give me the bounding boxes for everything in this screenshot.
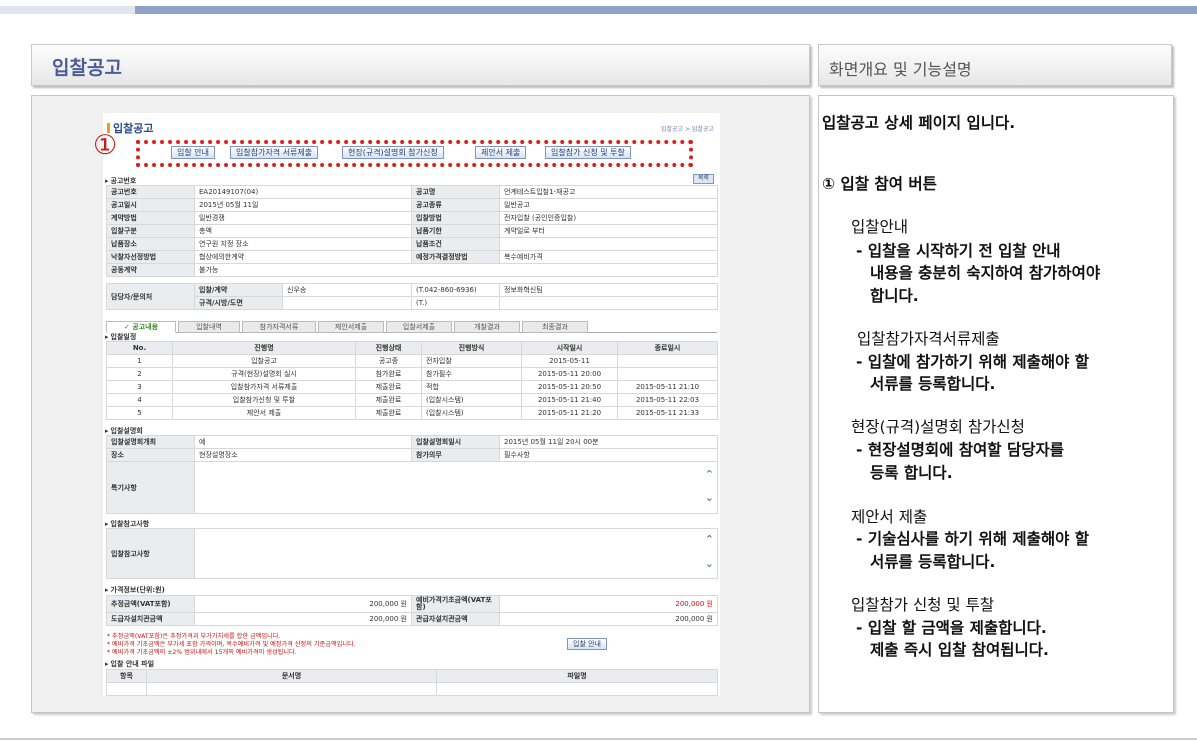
note-text: * 예비가격 기초금액의 ±2% 범위내에서 15개의 예비가격이 생성됩니다. bbox=[107, 649, 297, 656]
desc-b2-line: 서류를 등록합니다. bbox=[870, 375, 996, 393]
table-row: 규격/시방/도면 (T.) bbox=[107, 296, 718, 310]
table-row: 입찰참고사항 bbox=[106, 528, 718, 579]
table-row: 낙찰자선정방법 협상에의한계약 예정가격결정방법 복수예비가격 bbox=[106, 250, 718, 264]
special-notes-textarea[interactable] bbox=[194, 461, 718, 514]
scroll-up-icon[interactable]: ⌃ bbox=[705, 533, 714, 546]
desc-b5-line: - 입찰 할 금액을 제출합니다. bbox=[856, 619, 1047, 637]
table-row: 추정금액(VAT포함) 200,000 원 예비가격기초금액(VAT포함) 200,0… bbox=[106, 595, 718, 613]
tab-proposal[interactable]: 제안서제출 bbox=[318, 321, 384, 333]
desc-item: ① 입찰 참여 버튼 bbox=[822, 175, 937, 193]
table-row: 공고번호 EA20149107(04) 공고명 언계테스트입찰1-재공고 bbox=[106, 185, 718, 199]
desc-b1-title: 입찰안내 bbox=[851, 218, 909, 236]
reference-textarea[interactable] bbox=[194, 528, 718, 579]
briefing-table: 입찰설명회개최 예 입찰설명회일시 2015년 05월 11일 20시 00분 장소 현… bbox=[106, 435, 718, 514]
notice-info-table: 공고번호 EA20149107(04) 공고명 언계테스트입찰1-재공고 공고일시 20… bbox=[106, 185, 718, 277]
tab-opening-result[interactable]: 개찰결과 bbox=[454, 321, 520, 333]
bid-notice-screen: 입찰공고 입찰공고 > 입찰공고 ① 입찰 안내 입찰참가자격 서류제출 현장(… bbox=[93, 113, 720, 696]
top-bar bbox=[0, 6, 1197, 14]
right-header: 화면개요 및 기능설명 bbox=[818, 44, 1172, 86]
bid-guide-button-bottom[interactable]: 입찰 안내 bbox=[567, 638, 607, 650]
table-row: 2 규격(현장)설명회 실시 참가완료 참가필수 2015-05-11 20:00 bbox=[106, 367, 718, 381]
scroll-up-icon[interactable]: ⌃ bbox=[705, 468, 714, 481]
table-row bbox=[106, 682, 718, 696]
list-button[interactable]: 목록 bbox=[692, 174, 714, 184]
table-row: 4 입찰참가신청 및 투찰 제출완료 (입찰시스템) 2015-05-11 21:40 2… bbox=[106, 393, 718, 407]
left-header: 입찰공고 bbox=[31, 44, 810, 86]
breadcrumb[interactable]: 입찰공고 > 입찰공고 bbox=[661, 124, 714, 133]
tab-qualification[interactable]: 참가자격서류 bbox=[242, 321, 316, 333]
tab-final-result[interactable]: 최종결과 bbox=[522, 321, 588, 333]
desc-b4-line: - 기술심사를 하기 위해 제출해야 할 bbox=[856, 530, 1090, 548]
table-row: 특기사항 bbox=[106, 461, 718, 514]
callout-marker-1: ① bbox=[93, 130, 118, 161]
table-row: 공동계약 불가능 bbox=[106, 263, 718, 277]
desc-b4-line: 서류를 등록합니다. bbox=[870, 553, 996, 571]
desc-b2-title: 입찰참가자격서류제출 bbox=[857, 330, 1000, 348]
tab-bid-submission[interactable]: 입찰서제출 bbox=[386, 321, 452, 333]
bid-apply-button[interactable]: 입찰참가 신청 및 투찰 bbox=[545, 146, 631, 159]
top-bar-accent bbox=[0, 6, 135, 14]
table-header-row: No. 진행명 진행상태 진행방식 시작일시 종료일시 bbox=[106, 341, 718, 355]
table-row: 장소 현장설명장소 참가의무 필수사항 bbox=[106, 448, 718, 462]
tab-bid-details[interactable]: 입찰내역 bbox=[178, 321, 240, 333]
briefing-apply-button[interactable]: 현장(규격)설명회 참가신청 bbox=[342, 146, 444, 159]
desc-b3-line: 등록 합니다. bbox=[870, 464, 953, 482]
price-table: 추정금액(VAT포함) 200,000 원 예비가격기초금액(VAT포함) 200,0… bbox=[106, 595, 718, 626]
desc-title: 입찰공고 상세 페이지 입니다. bbox=[822, 114, 1016, 132]
proposal-submit-button[interactable]: 제안서 제출 bbox=[475, 146, 527, 159]
table-row: 입찰설명회개최 예 입찰설명회일시 2015년 05월 11일 20시 00분 bbox=[106, 435, 718, 449]
table-row: 1 입찰공고 공고중 전자입찰 2015-05-11 bbox=[106, 354, 718, 368]
table-row: 입찰구분 총액 납품기한 계약일로 부터 bbox=[106, 224, 718, 238]
table-row: 공고일시 2015년 05월 11일 공고종류 일반공고 bbox=[106, 198, 718, 212]
tab-bar: ✓ 공고내용 입찰내역 참가자격서류 제안서제출 입찰서제출 개찰결과 최종결과 bbox=[106, 321, 717, 333]
desc-b4-title: 제안서 제출 bbox=[851, 508, 928, 526]
desc-b5-title: 입찰참가 신청 및 투찰 bbox=[851, 596, 995, 614]
bid-guide-button[interactable]: 입찰 안내 bbox=[171, 146, 215, 159]
table-row: 납품장소 연구원 지정 장소 납품조건 bbox=[106, 237, 718, 251]
file-table: 항목 문서명 파일명 bbox=[106, 669, 718, 696]
qualification-submit-button[interactable]: 입찰참가자격 서류제출 bbox=[230, 146, 319, 159]
section-files: 입찰 안내 파일 bbox=[105, 659, 155, 669]
contact-table: 담당자/문의처 입찰/계약 신우송 (T.042-860-6936) 정보화혁신팀 규격… bbox=[106, 283, 718, 310]
reference-table: 입찰참고사항 bbox=[106, 528, 718, 579]
desc-b1-line: - 입찰을 시작하기 전 입찰 안내 bbox=[856, 242, 1061, 260]
section-price: 가격정보(단위:원) bbox=[105, 585, 165, 595]
scroll-down-icon[interactable]: ⌄ bbox=[705, 557, 714, 570]
left-header-title: 입찰공고 bbox=[52, 57, 122, 79]
desc-b3-title: 현장(규격)설명회 참가신청 bbox=[851, 418, 1025, 436]
table-row: 계약방법 일반경쟁 입찰방법 전자입찰 (공인인증입찰) bbox=[106, 211, 718, 225]
desc-b5-line: 제출 즉시 입찰 참여됩니다. bbox=[870, 641, 1049, 659]
table-row: 5 제안서 제출 제출완료 (입찰시스템) 2015-05-11 21:20 2015-0… bbox=[106, 406, 718, 420]
desc-b3-line: - 현장설명회에 참여할 담당자를 bbox=[856, 441, 1065, 459]
desc-b1-line: 내용을 충분히 숙지하여 참가하여야 bbox=[870, 264, 1101, 282]
right-header-title: 화면개요 및 기능설명 bbox=[829, 60, 972, 79]
desc-b1-line: 합니다. bbox=[870, 287, 919, 305]
table-header-row: 항목 문서명 파일명 bbox=[106, 669, 718, 683]
bottom-bar bbox=[0, 738, 1197, 740]
scroll-down-icon[interactable]: ⌄ bbox=[705, 491, 714, 504]
table-row: 담당자/문의처 입찰/계약 신우송 (T.042-860-6936) 정보화혁신팀 bbox=[106, 283, 718, 310]
table-row: 3 입찰참가자격 서류제출 제출완료 적합 2015-05-11 20:50 2015-0… bbox=[106, 380, 718, 394]
desc-b2-line: - 입찰에 참가하기 위해 제출해야 할 bbox=[856, 353, 1090, 371]
table-row: 도급자설치관금액 200,000 원 관급자설치관금액 200,000 원 bbox=[106, 612, 718, 626]
schedule-table: No. 진행명 진행상태 진행방식 시작일시 종료일시 1 입찰공고 공고중 전자입찰 2015-… bbox=[106, 341, 718, 420]
